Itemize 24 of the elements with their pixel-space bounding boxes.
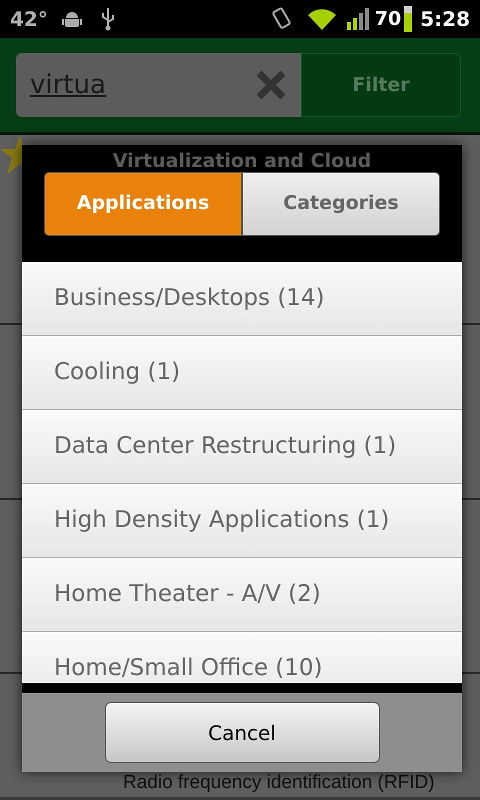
dialog-title: Virtualization and Cloud [112,149,372,174]
list-item[interactable]: Data Center Restructuring (1) [22,410,462,484]
filter-button[interactable]: Filter [301,53,461,117]
tab[interactable]: Categories [242,172,440,236]
list-item[interactable]: Cooling (1) [22,336,462,410]
tab[interactable]: Applications [44,172,242,236]
wifi-icon [306,7,337,31]
clock: 5:28 [420,6,470,33]
search-text: virtua [30,68,107,102]
star-icon [0,135,22,175]
temperature-text: 42° [10,6,48,33]
list-item[interactable]: Home Theater - A/V (2) [22,558,462,632]
android-icon [62,9,82,29]
clear-icon[interactable] [255,69,287,101]
usb-icon [100,7,116,31]
list-item[interactable]: Business/Desktops (14) [22,262,462,336]
battery-icon [404,6,412,32]
list-item[interactable]: Home/Small Office (10) [22,632,462,683]
battery-percentage: 70 [374,6,402,32]
list-item[interactable]: High Density Applications (1) [22,484,462,558]
search-field[interactable]: virtua [16,53,301,117]
list-item-text: Radio frequency identification (RFID) [123,771,435,795]
signal-icon [346,8,371,30]
cancel-button[interactable]: Cancel [104,702,380,763]
